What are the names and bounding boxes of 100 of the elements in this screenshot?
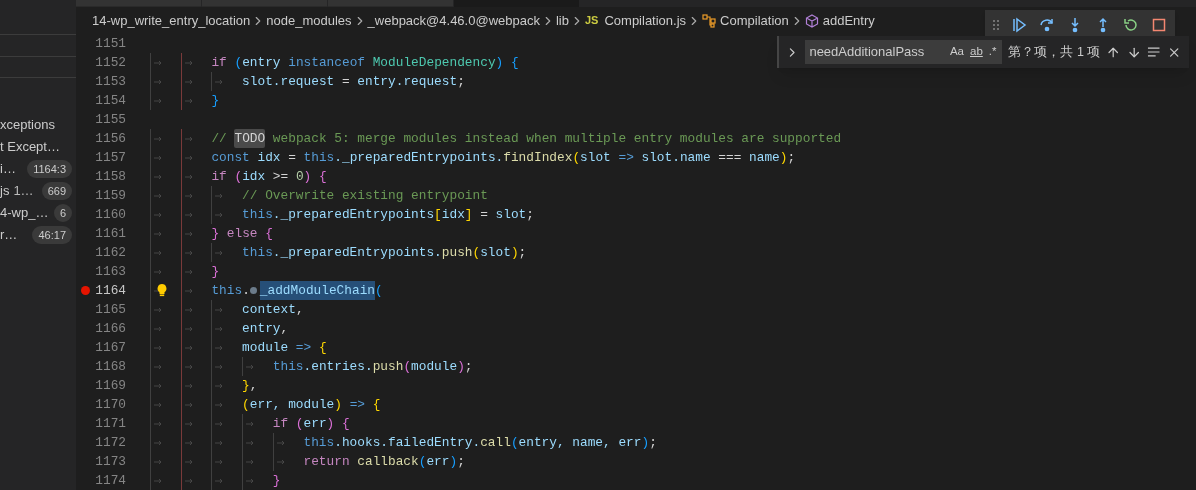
code-token: entry xyxy=(242,53,281,72)
code-token: ._preparedEntrypoints. xyxy=(334,148,504,167)
lines-icon[interactable] xyxy=(1147,46,1161,58)
code-token: } xyxy=(272,471,281,490)
breadcrumb-item[interactable]: addEntry xyxy=(822,10,875,31)
breakpoint-label: r… xyxy=(0,226,18,245)
find-option-toggle[interactable]: ab xyxy=(967,43,986,61)
code-token: , xyxy=(249,376,258,395)
code-token: ( xyxy=(403,357,412,376)
tab-arrow-icon xyxy=(154,230,162,237)
tab-arrow-icon xyxy=(215,78,224,85)
code-token: return xyxy=(303,452,350,471)
line-number: 1168 xyxy=(94,357,126,376)
line-number: 1171 xyxy=(94,414,126,433)
stop-icon[interactable] xyxy=(1151,17,1167,33)
tab-arrow-icon xyxy=(154,211,162,218)
code-token: push xyxy=(372,357,404,376)
tab-arrow-icon xyxy=(246,458,255,465)
tab-arrow-icon xyxy=(215,344,224,351)
grip-icon[interactable] xyxy=(993,19,999,31)
continue-icon[interactable] xyxy=(1011,17,1027,33)
code-token: } xyxy=(211,224,220,243)
line-number: 1154 xyxy=(94,91,126,110)
breakpoint-label: 4-wp_… xyxy=(0,204,49,223)
tab-arrow-icon xyxy=(154,154,162,161)
find-option-toggle[interactable]: .* xyxy=(985,43,1000,61)
code-token: idx xyxy=(256,148,281,167)
tab-arrow-icon xyxy=(154,458,162,465)
breadcrumb-item[interactable]: 14-wp_write_entry_location xyxy=(92,10,251,31)
breadcrumb-item[interactable]: node_modules xyxy=(266,10,352,31)
tab-arrow-icon xyxy=(184,154,193,161)
tab-arrow-icon xyxy=(154,344,162,351)
code-token: ) xyxy=(303,167,312,186)
code-token: ( xyxy=(418,452,427,471)
code-token: = xyxy=(479,205,489,224)
code-token: // xyxy=(211,129,228,148)
find-option-toggle[interactable]: Aa xyxy=(946,43,967,61)
code-token: { xyxy=(340,414,350,433)
line-number: 1160 xyxy=(94,205,126,224)
breakpoint-label: t Except… xyxy=(0,138,60,157)
code-token: => xyxy=(294,338,312,357)
line-badge: 46:17 xyxy=(32,226,72,244)
code-token: { xyxy=(317,167,327,186)
tab-arrow-icon xyxy=(215,439,224,446)
line-number: 1173 xyxy=(94,452,126,471)
tab-arrow-icon xyxy=(184,363,193,370)
breadcrumb-item[interactable]: lib xyxy=(555,10,569,31)
code-token: 0 xyxy=(295,167,304,186)
line-number: 1165 xyxy=(94,300,126,319)
breakpoint-item[interactable]: xceptions xyxy=(0,114,76,136)
tab-arrow-icon xyxy=(154,268,162,275)
search-field[interactable]: needAdditionalPass Aa ab .* xyxy=(805,40,1003,64)
code-token: this xyxy=(211,281,243,300)
tab-arrow-icon xyxy=(215,325,224,332)
breakpoint-item[interactable]: i… 1164:3 xyxy=(0,158,76,180)
tab-arrow-icon xyxy=(215,401,224,408)
code-token: , xyxy=(280,319,289,338)
tab-arrow-icon xyxy=(184,344,193,351)
code-token: ; xyxy=(526,205,534,224)
code-token: ( xyxy=(375,281,383,300)
tab-arrow-icon xyxy=(154,325,162,332)
breakpoint-item[interactable]: r… 46:17 xyxy=(0,224,76,246)
code-token: module xyxy=(242,338,289,357)
breadcrumb-item[interactable]: Compilation.js xyxy=(604,10,687,31)
breadcrumb-item[interactable]: _webpack@4.46.0@webpack xyxy=(367,10,540,31)
tab-arrow-icon xyxy=(184,135,193,142)
tab-arrow-icon xyxy=(276,458,285,465)
code-token: entry, name, err xyxy=(518,433,642,452)
code-token: => xyxy=(348,395,365,414)
code-token: err xyxy=(426,452,450,471)
code-token: ) xyxy=(495,53,504,72)
breakpoint-label: i… xyxy=(0,160,16,179)
lightbulb-icon[interactable] xyxy=(156,283,168,297)
tab-arrow-icon xyxy=(154,439,162,446)
code-token: ( xyxy=(510,433,519,452)
class-icon xyxy=(702,13,717,28)
code-token: ; xyxy=(464,357,473,376)
tab-arrow-icon xyxy=(154,477,162,484)
tab-arrow-icon xyxy=(184,401,193,408)
code-token: { xyxy=(509,53,519,72)
code-token: idx xyxy=(441,205,465,224)
code-token: { xyxy=(317,338,327,357)
line-badge: 1164:3 xyxy=(27,160,72,178)
cube-icon xyxy=(804,13,819,28)
tab-arrow-icon xyxy=(154,401,162,408)
restart-icon[interactable] xyxy=(1123,17,1139,33)
line-number: 1151 xyxy=(94,34,126,53)
breakpoint-item[interactable]: t Except… xyxy=(0,136,76,158)
tab-arrow-icon xyxy=(154,249,162,256)
breadcrumb-item[interactable]: Compilation xyxy=(720,10,789,31)
code-token: ) xyxy=(457,357,465,376)
code-token: . xyxy=(242,281,250,300)
step-over-icon[interactable] xyxy=(1039,17,1055,33)
code-token: ; xyxy=(518,243,527,262)
breakpoint-detail: 1… xyxy=(13,182,34,201)
breakpoint-item[interactable]: 4-wp_… 6 xyxy=(0,202,76,224)
tab-arrow-icon xyxy=(215,477,224,484)
breakpoint-item[interactable]: js 1… 669 xyxy=(0,180,76,202)
tab-arrow-icon xyxy=(184,306,193,313)
code-token: ] xyxy=(464,205,473,224)
